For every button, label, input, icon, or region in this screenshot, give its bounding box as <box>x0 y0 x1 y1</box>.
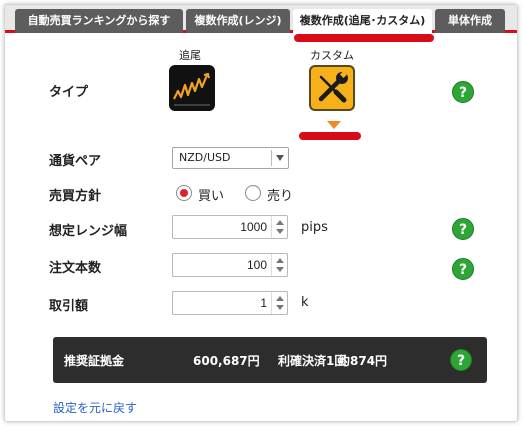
tab-bar: 自動売買ランキングから探す 複数作成(レンジ) 複数作成(追尾･カスタム) 単体… <box>5 5 517 34</box>
radio-sell-label[interactable]: 売り <box>267 185 293 204</box>
trade-amount-decrement[interactable] <box>276 305 284 310</box>
summary-amount: 600,687円 <box>193 354 260 368</box>
radio-sell[interactable] <box>245 185 261 201</box>
trade-amount-unit: k <box>301 295 309 310</box>
tab-single[interactable]: 単体作成 <box>435 9 505 33</box>
range-width-increment[interactable] <box>276 220 284 225</box>
type-trail-label: 追尾 <box>179 49 201 62</box>
summary-label: 推奨証拠金 <box>64 354 125 368</box>
highlight-underline-custom <box>299 132 361 140</box>
tab-multi-trail-custom[interactable]: 複数作成(追尾･カスタム) <box>293 9 432 34</box>
selected-indicator-arrow <box>327 121 341 129</box>
trade-amount-stepper[interactable]: 1 <box>172 291 288 315</box>
currency-pair-select[interactable]: NZD/USD <box>172 147 289 169</box>
tab-ranking[interactable]: 自動売買ランキングから探す <box>15 9 183 33</box>
recommended-margin-summary: 推奨証拠金 600,687円 利確決済1回 約874円 ? <box>53 337 487 383</box>
range-width-value[interactable]: 1000 <box>187 216 267 238</box>
range-width-label: 想定レンジ幅 <box>49 224 128 239</box>
help-icon-type[interactable]: ? <box>452 81 474 103</box>
chevron-down-icon <box>276 155 284 161</box>
highlight-underline-tab <box>294 34 434 42</box>
help-icon-range[interactable]: ? <box>452 218 474 240</box>
summary-profit-yen: 約874円 <box>338 354 388 368</box>
tab-multi-range[interactable]: 複数作成(レンジ) <box>186 9 290 33</box>
currency-pair-label: 通貨ペア <box>49 154 102 169</box>
trade-amount-increment[interactable] <box>276 296 284 301</box>
order-count-value[interactable]: 100 <box>187 254 267 276</box>
help-icon-order-count[interactable]: ? <box>452 258 474 280</box>
reset-settings-link[interactable]: 設定を元に戻す <box>53 399 137 416</box>
type-custom-label: カスタム <box>310 49 354 62</box>
help-icon-summary[interactable]: ? <box>450 349 472 371</box>
trade-direction-label: 売買方針 <box>49 189 102 204</box>
order-count-stepper[interactable]: 100 <box>172 253 288 277</box>
type-label: タイプ <box>49 85 89 100</box>
radio-buy-label[interactable]: 買い <box>198 185 224 204</box>
radio-buy[interactable] <box>176 185 192 201</box>
order-count-increment[interactable] <box>276 258 284 263</box>
currency-pair-value: NZD/USD <box>179 151 231 164</box>
order-count-decrement[interactable] <box>276 267 284 272</box>
range-width-stepper[interactable]: 1000 <box>172 215 288 239</box>
order-count-label: 注文本数 <box>49 261 102 276</box>
trade-amount-label: 取引額 <box>49 299 89 314</box>
range-width-unit: pips <box>301 220 328 235</box>
order-panel: 自動売買ランキングから探す 複数作成(レンジ) 複数作成(追尾･カスタム) 単体… <box>4 4 518 422</box>
range-width-decrement[interactable] <box>276 229 284 234</box>
trade-amount-value[interactable]: 1 <box>187 292 267 314</box>
trail-chart-icon[interactable] <box>169 65 215 111</box>
wrench-screwdriver-icon[interactable] <box>309 65 355 111</box>
summary-profit-count: 利確決済1回 <box>278 354 347 368</box>
